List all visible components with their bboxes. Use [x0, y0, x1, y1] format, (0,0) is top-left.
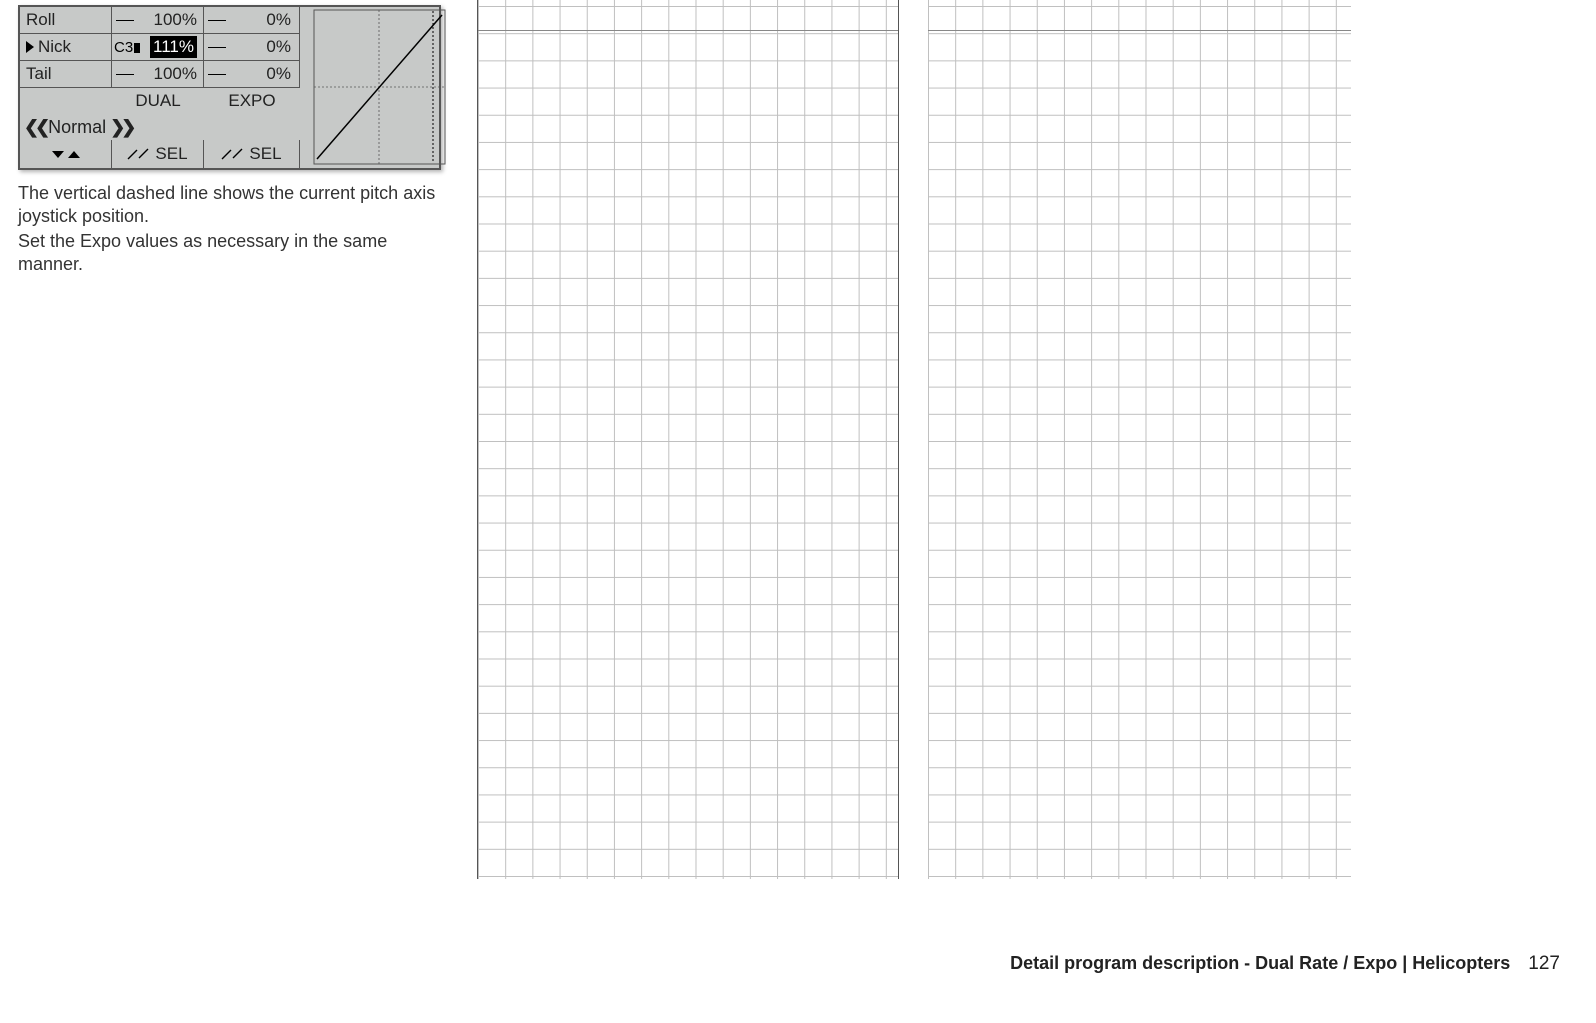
expo-value: 0%	[266, 37, 291, 57]
switch-indicator: C3	[114, 39, 140, 56]
sel-label: SEL	[249, 144, 281, 164]
page-number: 127	[1528, 953, 1560, 975]
row-name: Tail	[20, 61, 112, 88]
triangle-up-icon	[68, 151, 80, 158]
nav-arrows[interactable]	[20, 140, 112, 168]
page-footer: Detail program description - Dual Rate /…	[1010, 953, 1560, 975]
dash-icon	[116, 20, 134, 21]
sel-dual[interactable]: SEL	[112, 140, 204, 168]
sel-label: SEL	[155, 144, 187, 164]
dash-icon	[208, 74, 226, 75]
footer-title: Detail program description - Dual Rate /…	[1010, 953, 1510, 974]
phase-name: Normal	[48, 117, 106, 138]
dual-value: 111%	[150, 36, 197, 58]
row-dual: C3 111%	[112, 34, 204, 61]
dash-icon	[208, 47, 226, 48]
curve-icon	[221, 148, 243, 160]
row-expo: 0%	[204, 7, 300, 34]
row-name: Roll	[20, 7, 112, 34]
row-expo: 0%	[204, 61, 300, 88]
curve-icon	[127, 148, 149, 160]
note-grid-right	[928, 0, 1351, 879]
dual-value: 100%	[154, 64, 197, 84]
chevron-left-icon: ❮❮	[24, 117, 46, 138]
note-grid-middle	[477, 0, 899, 879]
expo-value: 0%	[266, 10, 291, 30]
label-expo: EXPO	[204, 91, 300, 111]
dash-icon	[208, 20, 226, 21]
triangle-down-icon	[52, 151, 64, 158]
row-expo: 0%	[204, 34, 300, 61]
row-name: Nick	[20, 34, 112, 61]
expo-value: 0%	[266, 64, 291, 84]
lcd-panel: Roll 100% 0% Nick C3 111%	[18, 5, 441, 170]
paragraph: The vertical dashed line shows the curre…	[18, 182, 448, 228]
row-dual: 100%	[112, 7, 204, 34]
label-dual: DUAL	[112, 91, 204, 111]
chevron-right-icon: ❯❯	[110, 117, 132, 138]
row-dual: 100%	[112, 61, 204, 88]
body-text: The vertical dashed line shows the curre…	[18, 182, 448, 276]
sel-expo[interactable]: SEL	[204, 140, 300, 168]
paragraph: Set the Expo values as necessary in the …	[18, 230, 448, 276]
response-curve-graph	[313, 9, 446, 165]
dash-icon	[116, 74, 134, 75]
dual-value: 100%	[154, 10, 197, 30]
